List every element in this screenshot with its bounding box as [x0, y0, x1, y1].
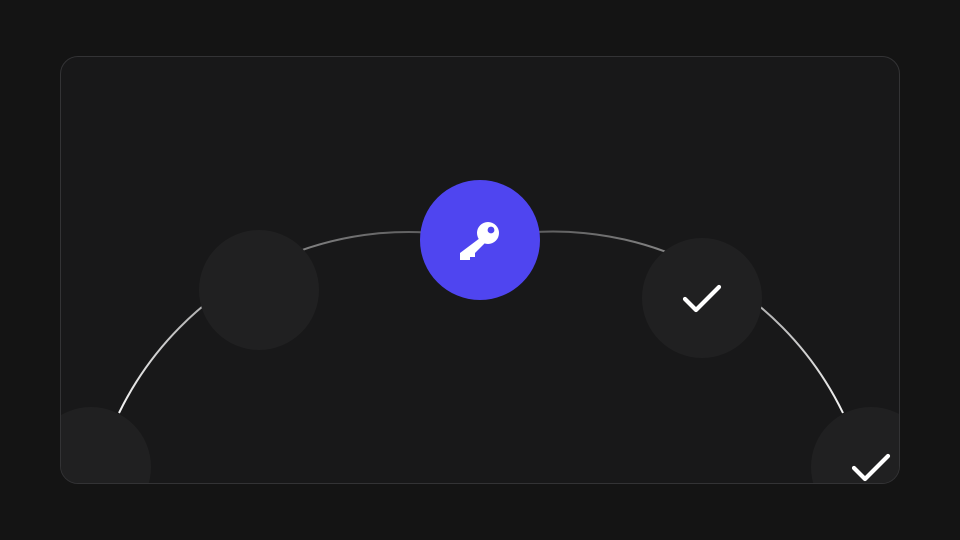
- check-icon: [851, 451, 891, 483]
- check-icon: [682, 282, 722, 314]
- progress-card: [60, 56, 900, 484]
- step-node-2: [199, 230, 319, 350]
- step-node-4-completed: [642, 238, 762, 358]
- step-node-3-active: [420, 180, 540, 300]
- key-icon: [452, 212, 508, 268]
